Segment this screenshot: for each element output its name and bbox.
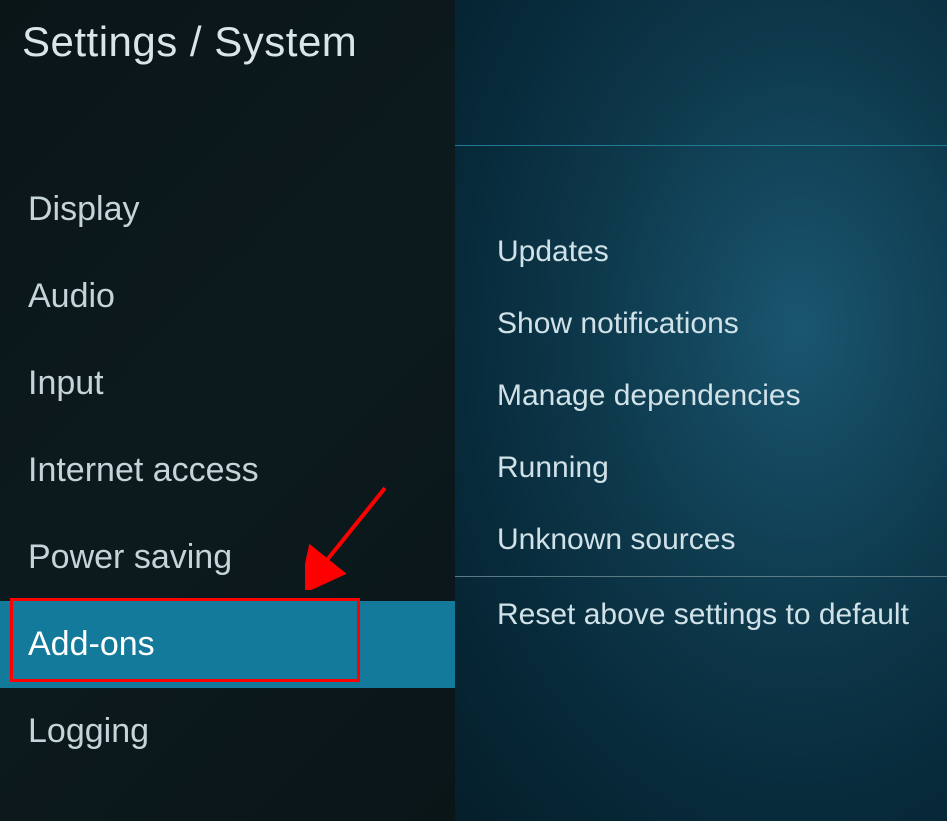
content-item-reset-defaults[interactable]: Reset above settings to default: [497, 579, 947, 651]
sidebar-item-display[interactable]: Display: [0, 166, 455, 253]
content-item-manage-dependencies[interactable]: Manage dependencies: [497, 360, 947, 432]
content-panel: Updates Show notifications Manage depend…: [455, 0, 947, 821]
sidebar-menu: Display Audio Input Internet access Powe…: [0, 96, 455, 775]
sidebar-item-input[interactable]: Input: [0, 340, 455, 427]
header: Settings / System: [0, 0, 455, 96]
sidebar-item-logging[interactable]: Logging: [0, 688, 455, 775]
content-spacer: [455, 0, 947, 145]
content-item-show-notifications[interactable]: Show notifications: [497, 288, 947, 360]
content-item-unknown-sources[interactable]: Unknown sources: [497, 504, 947, 576]
content-item-running[interactable]: Running: [497, 432, 947, 504]
sidebar: Settings / System Display Audio Input In…: [0, 0, 455, 821]
content-item-updates[interactable]: Updates: [497, 216, 947, 288]
page-title: Settings / System: [22, 18, 433, 66]
content-list: Updates Show notifications Manage depend…: [455, 146, 947, 576]
sidebar-item-power-saving[interactable]: Power saving: [0, 514, 455, 601]
sidebar-item-internet-access[interactable]: Internet access: [0, 427, 455, 514]
content-reset-section: Reset above settings to default: [455, 577, 947, 651]
sidebar-item-add-ons[interactable]: Add-ons: [0, 601, 455, 688]
sidebar-item-audio[interactable]: Audio: [0, 253, 455, 340]
